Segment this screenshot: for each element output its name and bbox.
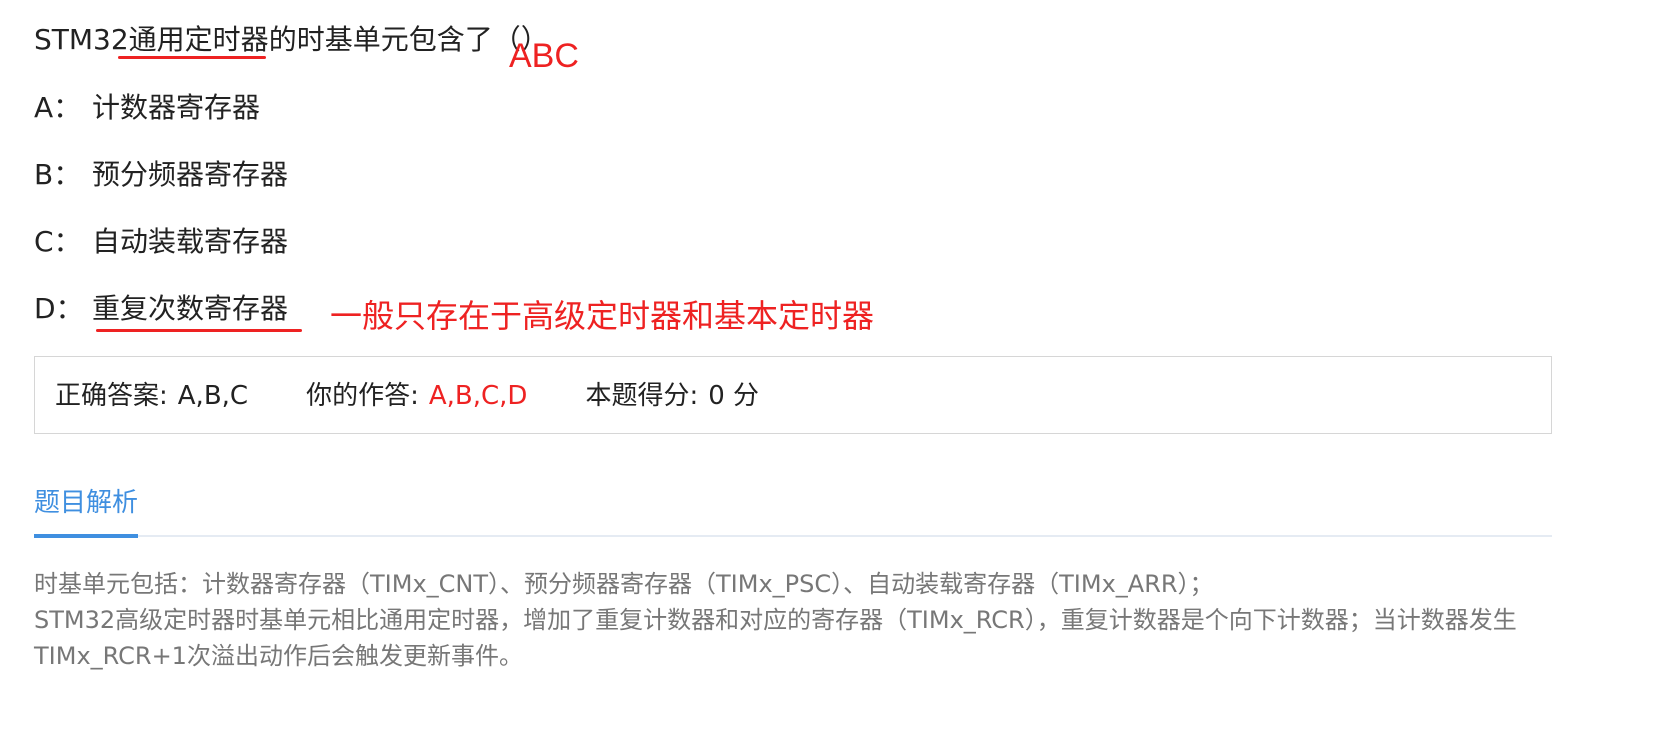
option-text: 重复次数寄存器 bbox=[92, 292, 289, 325]
answer-summary-box: 正确答案: A,B,C 你的作答: A,B,C,D 本题得分: 0 分 bbox=[34, 356, 1552, 434]
question-prefix: STM32 bbox=[34, 23, 129, 56]
underline-mark-question bbox=[118, 56, 266, 59]
option-c: C： 自动装载寄存器 bbox=[34, 224, 288, 260]
option-d: D： 重复次数寄存器 bbox=[34, 291, 288, 327]
option-a: A： 计数器寄存器 bbox=[34, 90, 260, 126]
option-text: 自动装载寄存器 bbox=[92, 225, 289, 258]
correct-answer-value: A,B,C bbox=[177, 381, 249, 411]
underline-mark-option-d bbox=[96, 329, 302, 332]
option-b: B： 预分频器寄存器 bbox=[34, 157, 288, 193]
your-answer-label: 你的作答: bbox=[306, 381, 419, 411]
tab-active-indicator bbox=[34, 534, 138, 538]
analysis-line-1: 时基单元包括：计数器寄存器（TIMx_CNT）、预分频器寄存器（TIMx_PSC… bbox=[34, 570, 1214, 598]
handwritten-note-annotation: 一般只存在于高级定时器和基本定时器 bbox=[330, 298, 875, 334]
score-label: 本题得分: bbox=[585, 381, 699, 411]
your-answer-value: A,B,C,D bbox=[428, 381, 528, 411]
tab-divider bbox=[34, 535, 1552, 537]
option-letter: B： bbox=[34, 158, 82, 191]
question-text: STM32通用定时器的时基单元包含了（） bbox=[34, 22, 549, 58]
handwritten-answer-annotation: ABC bbox=[509, 37, 579, 75]
analysis-content: 时基单元包括：计数器寄存器（TIMx_CNT）、预分频器寄存器（TIMx_PSC… bbox=[34, 566, 1552, 674]
option-letter: D： bbox=[34, 292, 84, 325]
option-text: 计数器寄存器 bbox=[92, 91, 261, 124]
tab-analysis[interactable]: 题目解析 bbox=[34, 486, 138, 520]
question-suffix: 的时基单元包含了（） bbox=[268, 23, 549, 56]
answer-summary-row: 正确答案: A,B,C 你的作答: A,B,C,D 本题得分: 0 分 bbox=[55, 379, 759, 413]
score-value: 0 分 bbox=[708, 381, 760, 411]
option-letter: A： bbox=[34, 91, 82, 124]
option-text: 预分频器寄存器 bbox=[92, 158, 289, 191]
correct-answer-label: 正确答案: bbox=[55, 381, 168, 411]
analysis-line-2: STM32高级定时器时基单元相比通用定时器，增加了重复计数器和对应的寄存器（TI… bbox=[34, 606, 1517, 670]
option-letter: C： bbox=[34, 225, 82, 258]
question-underlined: 通用定时器 bbox=[128, 23, 269, 56]
